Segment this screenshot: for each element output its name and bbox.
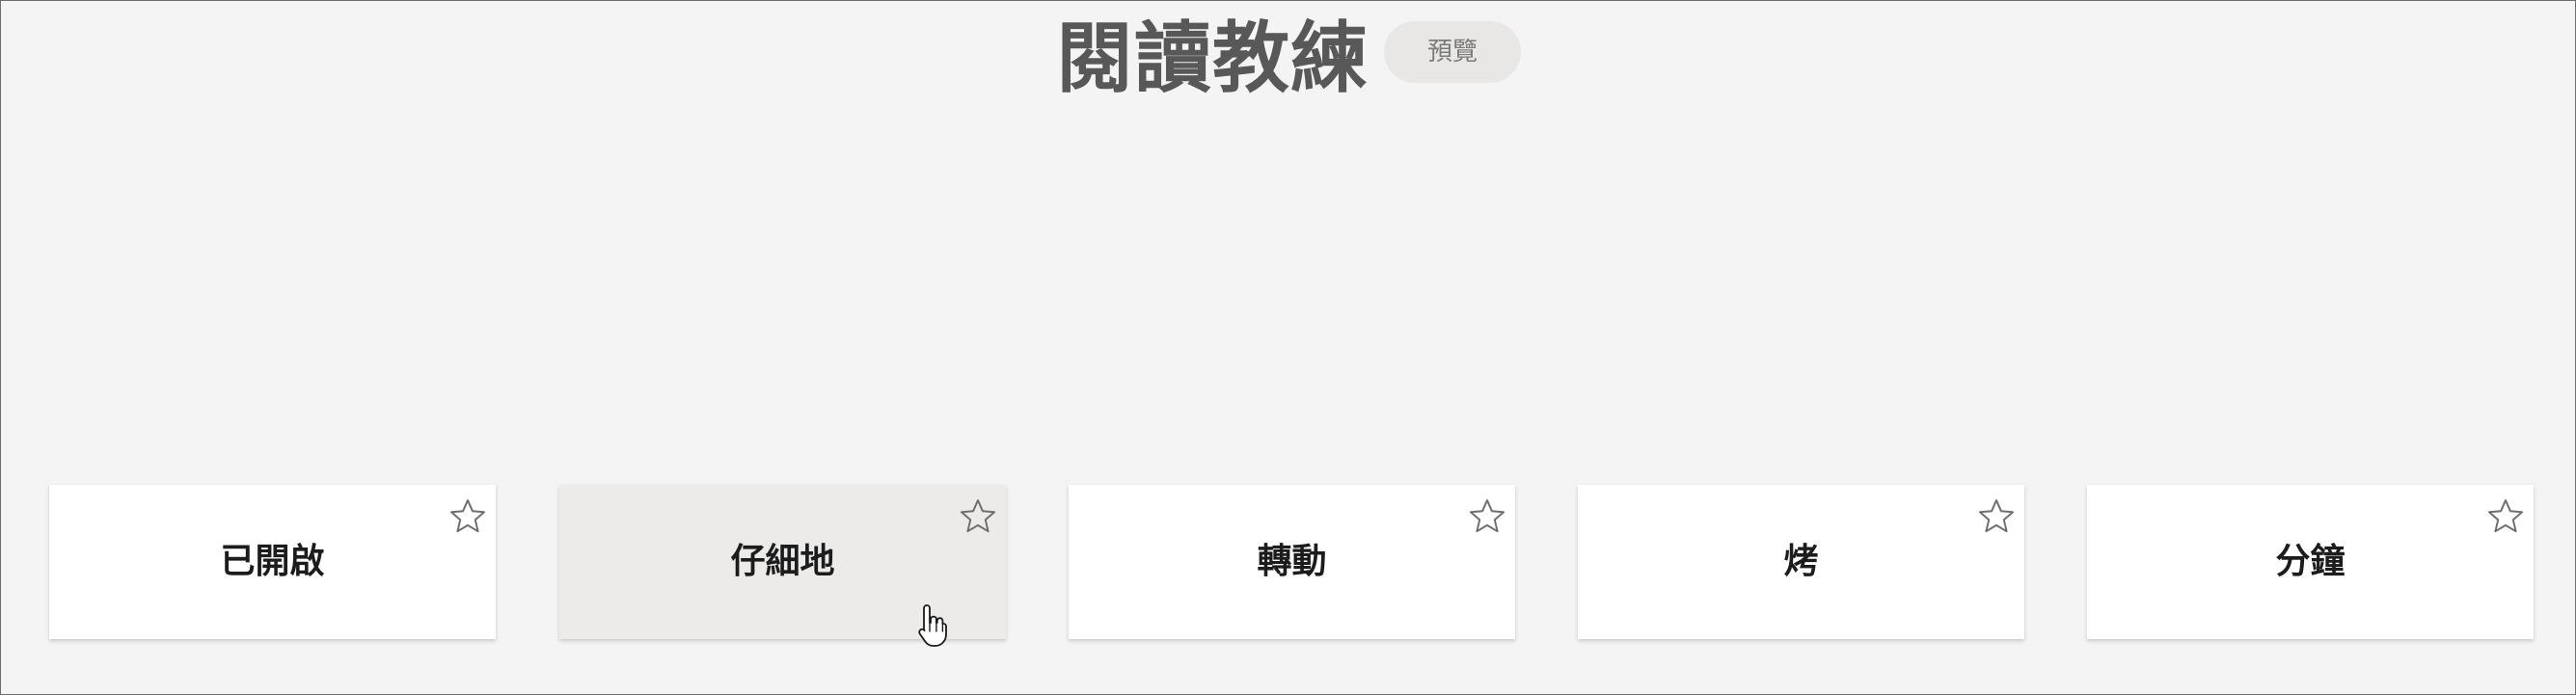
word-card-list: 已開啟 仔細地 轉動 烤 分鐘 bbox=[49, 485, 2535, 639]
word-card-label: 仔細地 bbox=[730, 542, 835, 581]
reading-coach-window: 閱讀教練 預覽 已開啟 仔細地 轉動 烤 分鐘 bbox=[0, 0, 2576, 695]
word-card-label: 分鐘 bbox=[2275, 542, 2346, 581]
star-outline-icon[interactable] bbox=[2486, 497, 2525, 536]
word-card-2[interactable]: 仔細地 bbox=[559, 485, 1006, 639]
word-card-1[interactable]: 已開啟 bbox=[49, 485, 496, 639]
word-card-5[interactable]: 分鐘 bbox=[2087, 485, 2534, 639]
star-outline-icon[interactable] bbox=[959, 497, 997, 536]
word-card-label: 轉動 bbox=[1257, 542, 1327, 581]
word-card-3[interactable]: 轉動 bbox=[1069, 485, 1515, 639]
word-card-label: 已開啟 bbox=[220, 542, 325, 581]
page-title: 閱讀教練 bbox=[1056, 13, 1369, 103]
preview-badge: 預覽 bbox=[1384, 21, 1521, 83]
header: 閱讀教練 預覽 bbox=[1, 13, 2575, 103]
star-outline-icon[interactable] bbox=[1977, 497, 2016, 536]
star-outline-icon[interactable] bbox=[448, 497, 487, 536]
word-card-label: 烤 bbox=[1783, 542, 1819, 581]
star-outline-icon[interactable] bbox=[1468, 497, 1506, 536]
word-card-4[interactable]: 烤 bbox=[1578, 485, 2024, 639]
